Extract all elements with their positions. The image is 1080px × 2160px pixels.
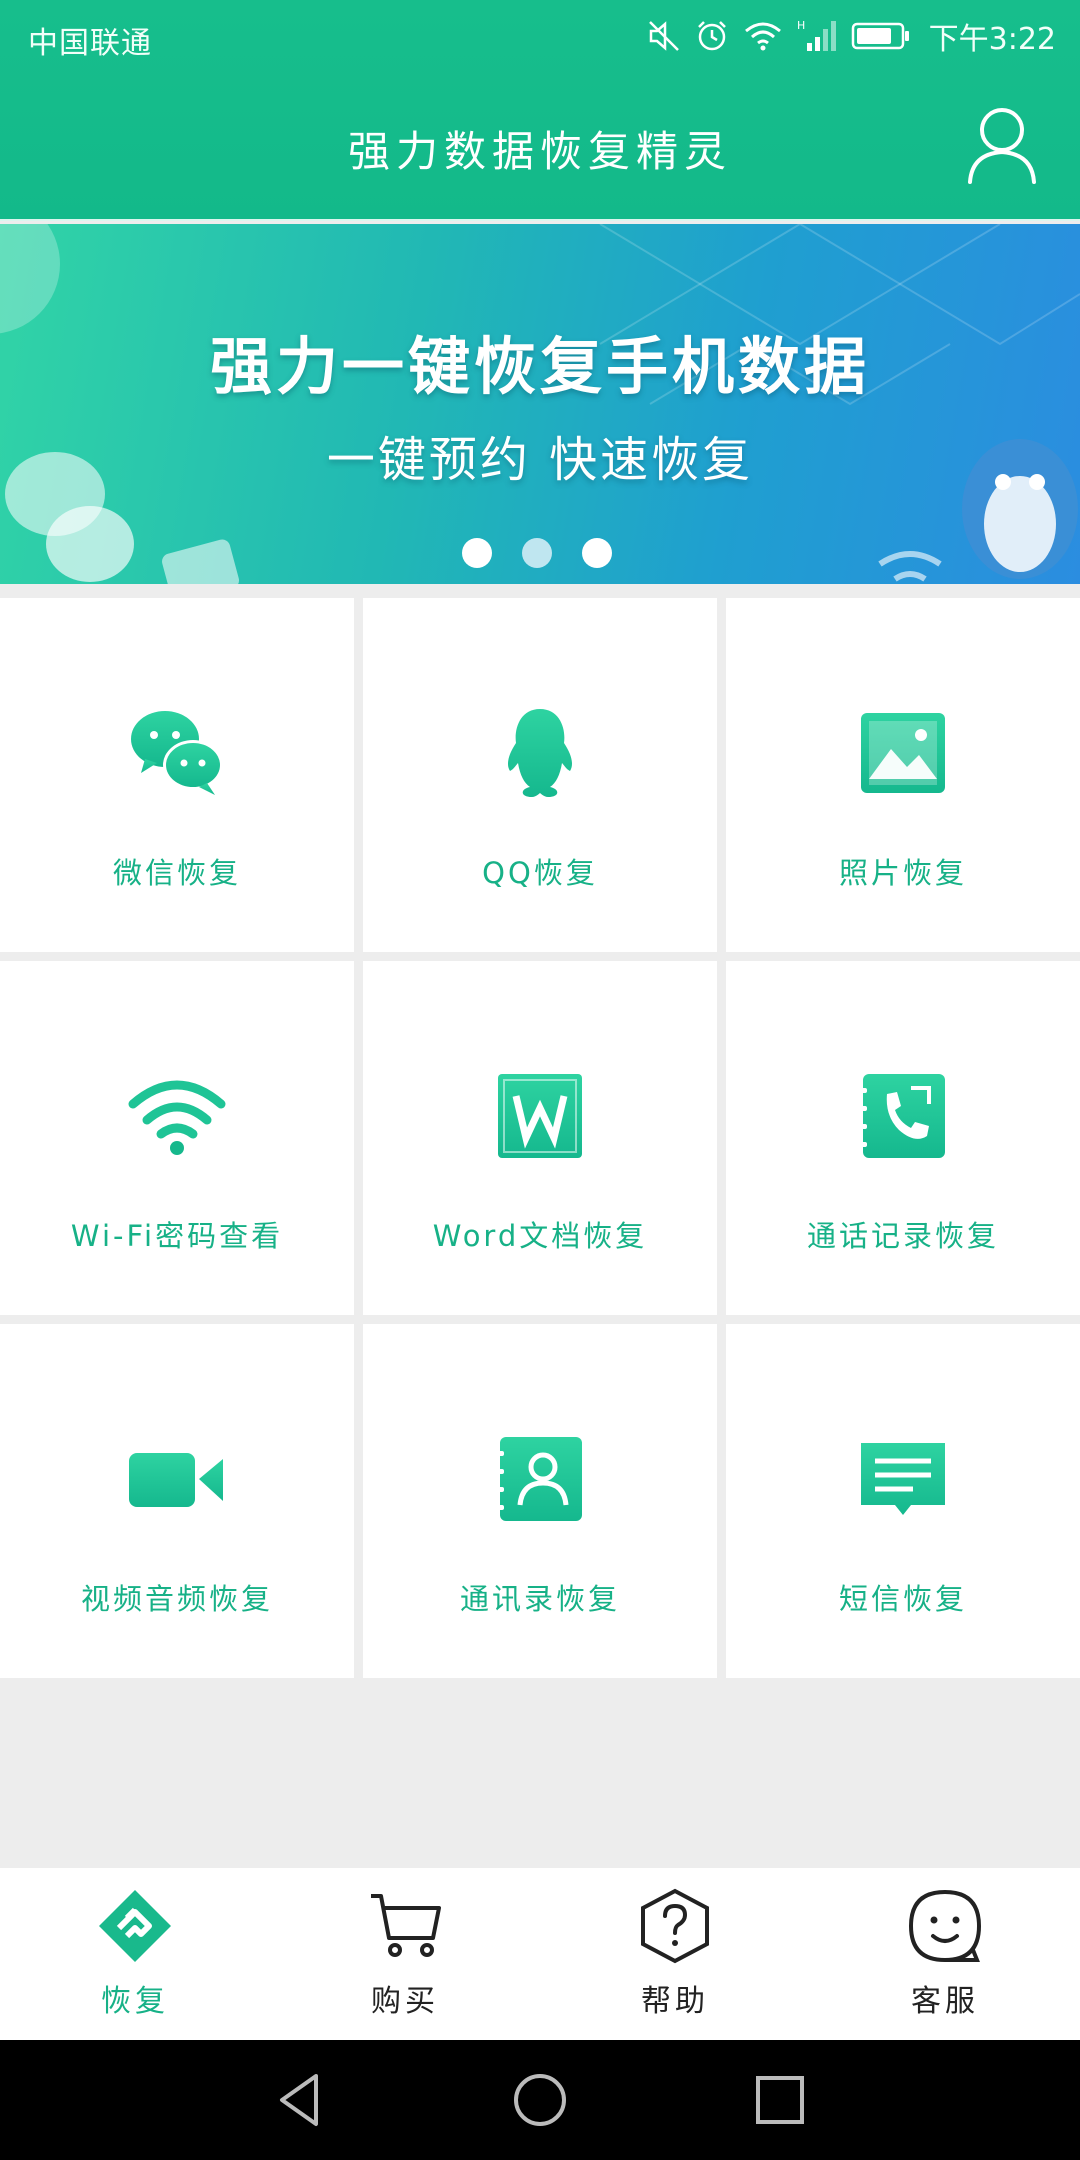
tile-sms-recovery[interactable]: 短信恢复 [726, 1324, 1080, 1678]
nav-label: 购买 [371, 1984, 439, 2019]
app-header: 中国联通 H 下午3:22 强力数据恢复精灵 [0, 0, 1080, 221]
tile-word-recovery[interactable]: Word文档恢复 [363, 961, 717, 1315]
wifi-icon [128, 1080, 226, 1155]
tile-label: Word文档恢复 [432, 1219, 648, 1253]
tile-call-log-recovery[interactable]: 通话记录恢复 [726, 961, 1080, 1315]
tile-label: 微信恢复 [112, 856, 241, 890]
tile-label: 通讯录恢复 [459, 1582, 620, 1616]
tile-photo-recovery[interactable]: 照片恢复 [726, 598, 1080, 952]
nav-recover[interactable]: 恢复 [0, 1868, 270, 2040]
page-title: 强力数据恢复精灵 [347, 127, 732, 176]
carousel-indicator [462, 538, 622, 570]
tile-contacts-recovery[interactable]: 通讯录恢复 [363, 1324, 717, 1678]
nav-label: 恢复 [101, 1984, 169, 2019]
tile-label: QQ恢复 [482, 856, 598, 890]
tile-video-audio-recovery[interactable]: 视频音频恢复 [0, 1324, 354, 1678]
wifi-status-icon [744, 22, 781, 51]
wechat-icon [131, 711, 223, 795]
tile-wifi-password[interactable]: Wi-Fi密码查看 [0, 961, 354, 1315]
banner-subtitle: 一键预约 快速恢复 [326, 432, 754, 488]
tile-label: 通话记录恢复 [806, 1219, 999, 1253]
nav-buy[interactable]: 购买 [270, 1868, 540, 2040]
nav-customer-service[interactable]: 客服 [810, 1868, 1080, 2040]
user-profile-button[interactable] [964, 102, 1040, 188]
video-icon [129, 1453, 223, 1507]
carrier-name: 中国联通 [28, 26, 152, 61]
user-icon [968, 108, 1036, 184]
svg-text:H: H [797, 19, 805, 32]
tile-wechat-recovery[interactable]: 微信恢复 [0, 598, 354, 952]
help-icon [641, 1888, 709, 1964]
mute-icon [648, 21, 679, 51]
nav-label: 帮助 [641, 1984, 709, 2019]
status-bar: 中国联通 H 下午3:22 [0, 0, 1080, 72]
bottom-navigation: 恢复 购买 帮助 客服 [0, 1868, 1080, 2040]
carousel-dot-2[interactable] [522, 538, 552, 568]
carousel-dot-3[interactable] [582, 538, 612, 568]
tile-qq-recovery[interactable]: QQ恢复 [363, 598, 717, 952]
battery-icon [851, 22, 909, 50]
home-icon[interactable] [508, 2068, 572, 2132]
promo-banner[interactable]: 强力一键恢复手机数据 一键预约 快速恢复 [0, 224, 1080, 584]
customer-service-icon [908, 1890, 982, 1962]
recover-icon [99, 1890, 171, 1962]
tile-label: 视频音频恢复 [80, 1582, 273, 1616]
call-log-icon [859, 1074, 945, 1158]
qq-penguin-icon [508, 709, 572, 797]
back-icon[interactable] [268, 2068, 332, 2132]
signal-icon: H [797, 19, 836, 51]
nav-label: 客服 [911, 1984, 979, 2019]
carousel-dot-1[interactable] [462, 538, 492, 568]
sms-icon [861, 1443, 945, 1515]
status-icons: H 下午3:22 [647, 12, 1056, 60]
nav-help[interactable]: 帮助 [540, 1868, 810, 2040]
word-document-icon [498, 1074, 582, 1158]
recents-icon[interactable] [748, 2068, 812, 2132]
photo-icon [861, 713, 945, 793]
alarm-icon [697, 21, 726, 51]
tile-label: Wi-Fi密码查看 [70, 1219, 284, 1253]
cart-icon [371, 1894, 441, 1957]
tile-label: 照片恢复 [838, 856, 967, 890]
banner-title: 强力一键恢复手机数据 [209, 330, 870, 403]
clock: 下午3:22 [928, 22, 1056, 57]
contacts-icon [496, 1437, 582, 1521]
system-navigation-bar [0, 2040, 1080, 2160]
tile-label: 短信恢复 [838, 1582, 967, 1616]
